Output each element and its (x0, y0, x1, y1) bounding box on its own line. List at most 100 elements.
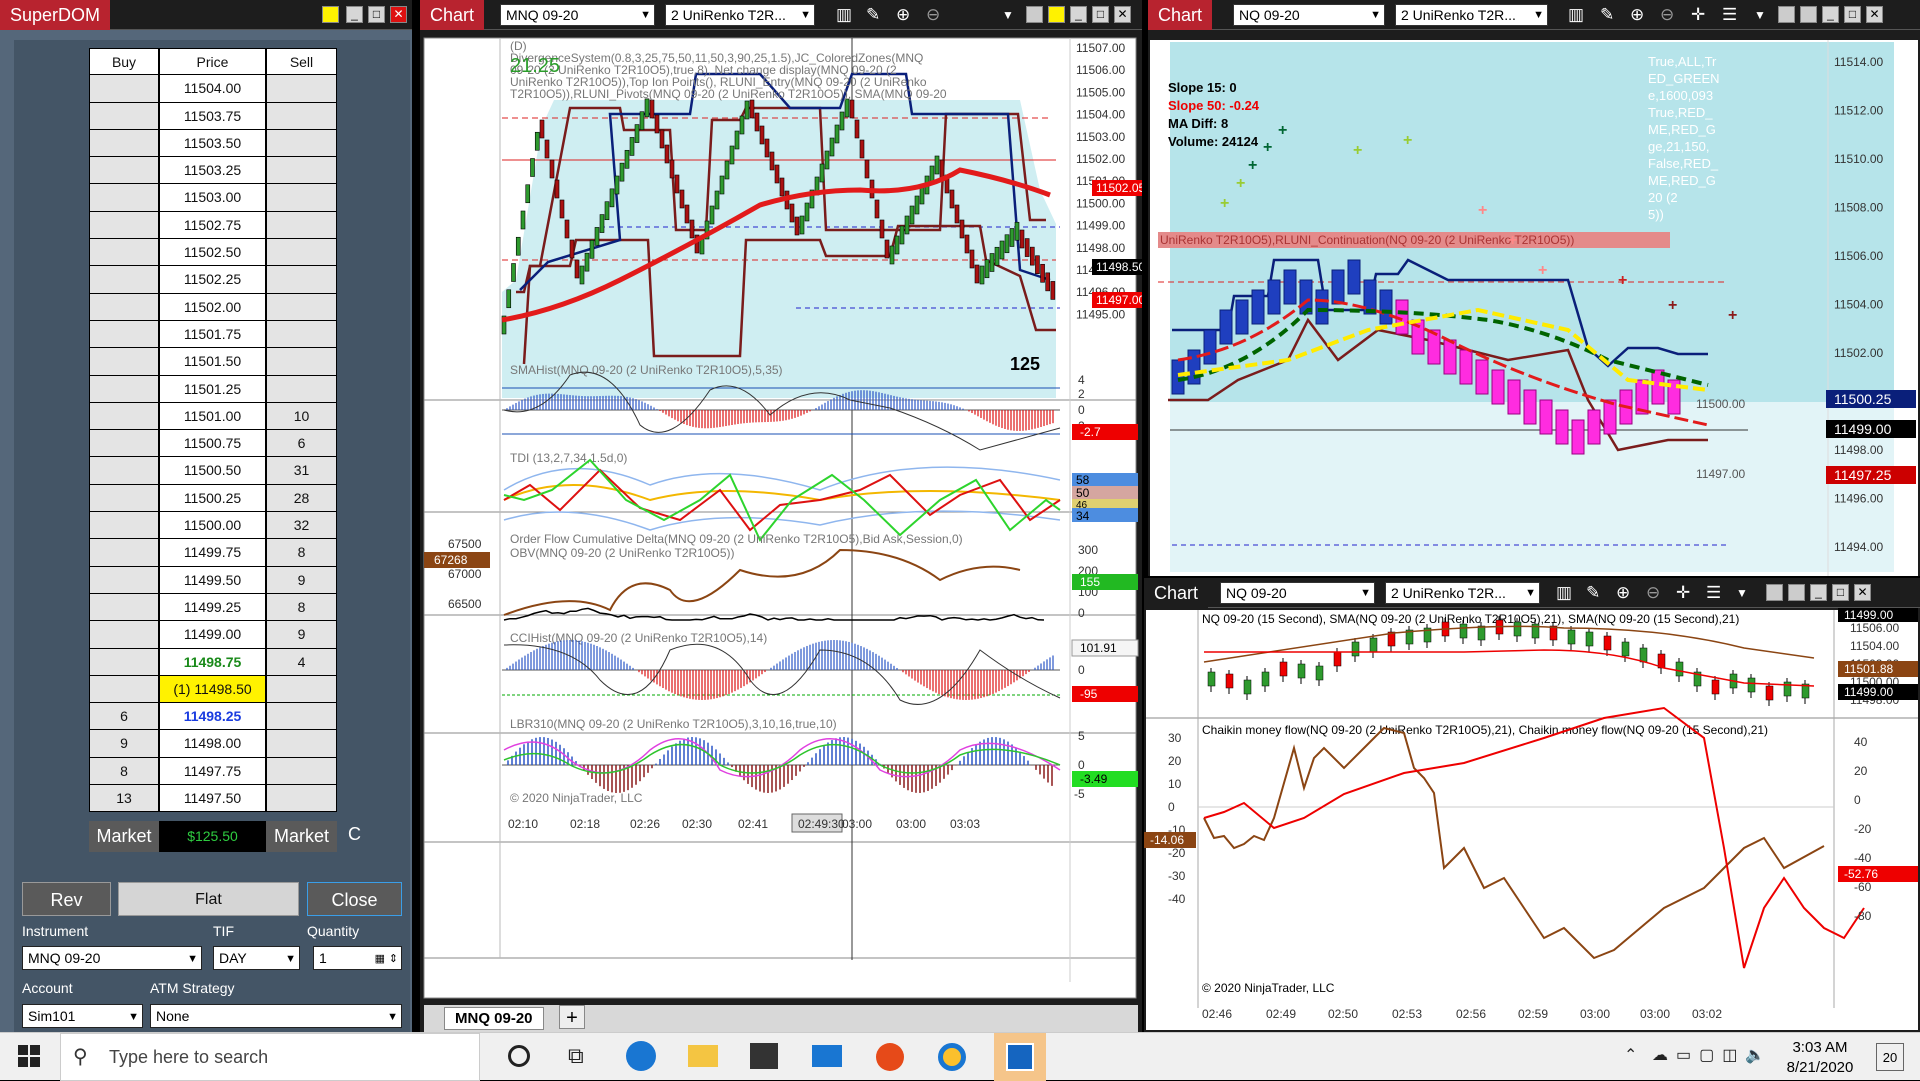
sell-cell[interactable] (266, 157, 337, 184)
instrument-select[interactable]: MNQ 09-20 ▼ (22, 946, 202, 970)
ladder-row[interactable]: 11500.75 6 (89, 430, 337, 457)
buy-cell[interactable] (89, 376, 159, 403)
buy-cell[interactable] (89, 649, 159, 676)
buy-cell[interactable] (89, 512, 159, 539)
sell-cell[interactable] (266, 730, 337, 757)
buy-cell[interactable] (89, 539, 159, 566)
price-cell[interactable]: 11500.75 (159, 430, 266, 457)
minimize-icon[interactable]: _ (1822, 6, 1839, 23)
properties-icon[interactable]: ☰ (1722, 4, 1737, 26)
file-explorer-icon[interactable] (688, 1045, 718, 1067)
buy-cell[interactable] (89, 157, 159, 184)
price-cell[interactable]: 11498.00 (159, 730, 266, 757)
buy-cell[interactable] (89, 103, 159, 130)
calculator-icon[interactable]: ▦ (375, 948, 385, 970)
sell-cell[interactable]: 10 (266, 403, 337, 430)
buy-cell[interactable] (89, 567, 159, 594)
sell-cell[interactable] (266, 75, 337, 102)
link-color-icon[interactable] (1778, 6, 1795, 23)
ladder-row[interactable]: 11500.00 32 (89, 512, 337, 539)
ladder-row[interactable]: 11499.50 9 (89, 567, 337, 594)
sell-cell[interactable]: 4 (266, 649, 337, 676)
buy-cell[interactable]: 9 (89, 730, 159, 757)
chart1-series-select[interactable]: 2 UniRenko T2R... ▼ (665, 4, 815, 26)
sell-cell[interactable] (266, 239, 337, 266)
buy-cell[interactable]: 6 (89, 703, 159, 730)
tab-mnq[interactable]: MNQ 09-20 (444, 1007, 544, 1030)
zoom-in-icon[interactable]: ⊕ (1630, 4, 1644, 26)
sell-cell[interactable] (266, 184, 337, 211)
price-cell[interactable]: 11502.50 (159, 239, 266, 266)
add-tab-button[interactable]: + (559, 1005, 585, 1029)
atm-strategy-select[interactable]: None ▼ (150, 1004, 402, 1028)
clock-time[interactable]: 3:03 AM (1780, 1039, 1860, 1056)
ladder-row[interactable]: 11499.75 8 (89, 539, 337, 566)
dropdown-icon[interactable]: ▼ (1002, 4, 1014, 26)
edge-icon[interactable] (626, 1041, 656, 1071)
sell-cell[interactable]: 8 (266, 539, 337, 566)
ladder-row[interactable]: 11501.75 (89, 321, 337, 348)
zoom-out-icon[interactable]: ⊖ (1646, 582, 1660, 604)
ladder-row[interactable]: 11499.00 9 (89, 621, 337, 648)
sell-cell[interactable]: 8 (266, 594, 337, 621)
crosshair-icon[interactable]: ✛ (1691, 4, 1705, 26)
sell-cell[interactable] (266, 676, 337, 703)
store-icon[interactable] (750, 1043, 778, 1069)
price-cell[interactable]: 11497.50 (159, 785, 266, 812)
sell-cell[interactable] (266, 130, 337, 157)
tray-chevron-icon[interactable]: ⌃ (1624, 1045, 1637, 1065)
sell-cell[interactable] (266, 758, 337, 785)
price-cell[interactable]: 11499.75 (159, 539, 266, 566)
buy-cell[interactable] (89, 184, 159, 211)
price-cell[interactable]: 11503.75 (159, 103, 266, 130)
chart2-instrument-select[interactable]: NQ 09-20 ▼ (1233, 4, 1385, 26)
clock-date[interactable]: 8/21/2020 (1774, 1059, 1866, 1076)
sell-cell[interactable]: 9 (266, 621, 337, 648)
buy-cell[interactable]: 13 (89, 785, 159, 812)
ladder-row[interactable]: 13 11497.50 (89, 785, 337, 812)
sell-cell[interactable] (266, 703, 337, 730)
draw-pencil-icon[interactable]: ✎ (866, 4, 880, 26)
draw-pencil-icon[interactable]: ✎ (1586, 582, 1600, 604)
link-color-icon[interactable] (1766, 584, 1783, 601)
link-color-icon-2[interactable] (1048, 6, 1065, 23)
ninjatrader-icon[interactable] (994, 1033, 1046, 1081)
price-cell[interactable]: 11498.25 (159, 703, 266, 730)
ladder-row[interactable]: 11500.25 28 (89, 485, 337, 512)
market-sell-button[interactable]: Market (266, 821, 337, 852)
buy-cell[interactable] (89, 594, 159, 621)
buy-cell[interactable] (89, 239, 159, 266)
task-view-icon[interactable]: ⧉ (568, 1043, 584, 1069)
cortana-icon[interactable] (508, 1045, 530, 1067)
price-cell[interactable]: 11498.75 (159, 649, 266, 676)
superdom-titlebar[interactable]: SuperDOM _ □ ✕ (0, 0, 412, 30)
buy-cell[interactable] (89, 430, 159, 457)
rev-button[interactable]: Rev (22, 882, 111, 916)
quantity-stepper[interactable]: 1 ▦ ⇕ (313, 946, 402, 970)
sell-cell[interactable] (266, 785, 337, 812)
price-cell[interactable]: 11500.00 (159, 512, 266, 539)
chart1-titlebar[interactable]: Chart MNQ 09-20 ▼ 2 UniRenko T2R... ▼ ▥ ✎ … (420, 0, 1142, 30)
spin-icon[interactable]: ⇕ (389, 948, 398, 970)
sell-cell[interactable]: 6 (266, 430, 337, 457)
close-icon[interactable]: ✕ (1866, 6, 1883, 23)
dropdown-icon[interactable]: ▼ (1754, 4, 1766, 26)
sell-cell[interactable] (266, 348, 337, 375)
ladder-row[interactable]: 11501.00 10 (89, 403, 337, 430)
price-cell[interactable]: 11502.00 (159, 294, 266, 321)
ladder-row[interactable]: 11498.75 4 (89, 649, 337, 676)
maximize-icon[interactable]: □ (1092, 6, 1109, 23)
sell-cell[interactable]: 32 (266, 512, 337, 539)
link-color-icon[interactable] (322, 6, 339, 23)
bars-icon[interactable]: ▥ (836, 4, 852, 26)
sell-cell[interactable] (266, 212, 337, 239)
chart3-series-select[interactable]: 2 UniRenko T2R... ▼ (1385, 582, 1540, 604)
sell-cell[interactable]: 31 (266, 457, 337, 484)
ladder-row[interactable]: 11501.25 (89, 376, 337, 403)
price-cell[interactable]: 11501.25 (159, 376, 266, 403)
ladder-row[interactable]: 11504.00 (89, 75, 337, 102)
buy-cell[interactable] (89, 457, 159, 484)
properties-icon[interactable]: ☰ (1706, 582, 1721, 604)
price-cell[interactable]: 11501.50 (159, 348, 266, 375)
sell-cell[interactable] (266, 321, 337, 348)
